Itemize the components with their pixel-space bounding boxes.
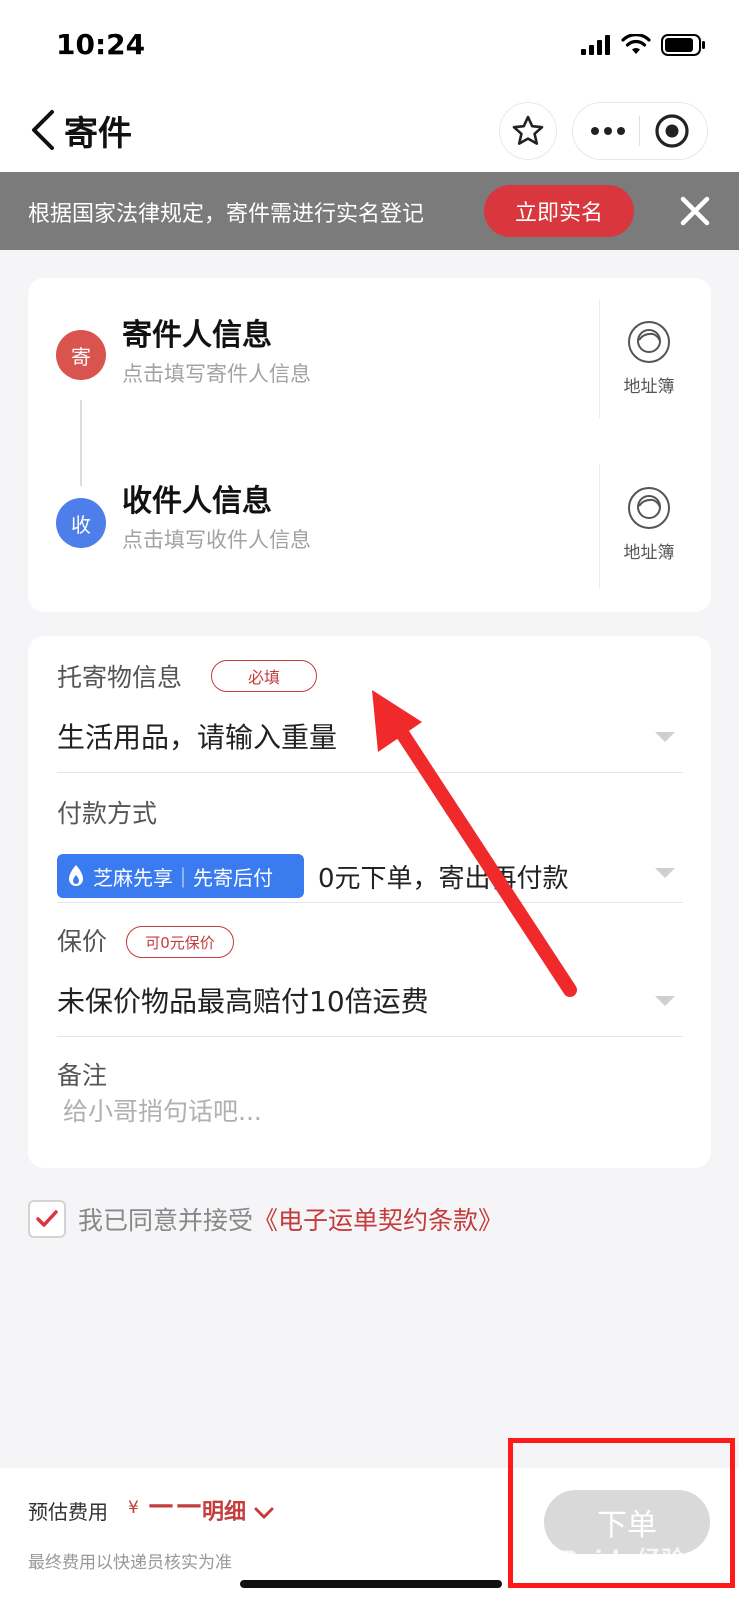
chevron-down-icon[interactable] <box>655 732 675 742</box>
chevron-down-icon[interactable] <box>655 868 675 878</box>
chevron-down-icon <box>254 1507 274 1520</box>
close-target-icon[interactable] <box>654 113 690 149</box>
divider <box>57 1036 683 1037</box>
divider <box>599 300 600 418</box>
sesame-credit-badge: 芝麻先享｜先寄后付 <box>57 854 304 898</box>
address-book-label: 地址簿 <box>623 543 675 563</box>
status-icons <box>581 34 707 56</box>
sesame-flame-icon <box>69 865 83 886</box>
battery-icon <box>661 34 705 56</box>
chevron-down-icon[interactable] <box>655 996 675 1006</box>
insurance-tag: 可0元保价 <box>126 926 234 958</box>
close-icon[interactable] <box>678 194 712 228</box>
estimate-note: 最终费用以快递员核实为准 <box>28 1553 232 1573</box>
insurance-value[interactable]: 未保价物品最高赔付10倍运费 <box>57 980 429 1020</box>
favorite-button[interactable] <box>499 102 557 160</box>
sender-info-title[interactable]: 寄件人信息 <box>122 310 272 354</box>
sesame-badge-text: 芝麻先享｜先寄后付 <box>93 865 273 890</box>
payment-value[interactable]: 0元下单，寄出再付款 <box>318 858 569 895</box>
agreement-checkbox[interactable] <box>28 1200 66 1238</box>
estimate-value: —— <box>148 1490 204 1520</box>
verify-now-button[interactable]: 立即实名 <box>484 185 634 237</box>
address-connector <box>80 400 82 486</box>
more-dots-icon[interactable] <box>590 126 626 136</box>
check-icon <box>36 1210 58 1227</box>
agreement-link[interactable]: 《电子运单契约条款》 <box>253 1201 503 1237</box>
mini-program-capsule <box>572 102 708 160</box>
payment-label: 付款方式 <box>57 799 158 828</box>
address-book-icon <box>628 321 670 363</box>
fee-detail-link[interactable]: 明细 <box>202 1494 274 1526</box>
wifi-icon <box>621 34 651 54</box>
required-tag: 必填 <box>211 660 317 692</box>
back-chevron-icon[interactable] <box>28 108 58 152</box>
cargo-label: 托寄物信息 <box>57 663 183 692</box>
page-title: 寄件 <box>64 114 132 154</box>
sender-badge: 寄 <box>56 330 106 380</box>
sender-address-book-button[interactable]: 地址簿 <box>613 320 685 397</box>
status-time: 10:24 <box>56 28 146 61</box>
status-bar: 10:24 <box>0 0 739 90</box>
signal-icon <box>581 35 610 55</box>
fee-detail-label: 明细 <box>202 1500 247 1525</box>
shipment-details-card: 托寄物信息 必填 生活用品，请输入重量 付款方式 芝麻先享｜先寄后付 0元下单，… <box>28 636 711 1168</box>
receiver-badge: 收 <box>56 498 106 548</box>
agreement-text: 我已同意并接受 <box>78 1206 254 1235</box>
estimate-label: 预估费用 <box>28 1500 108 1524</box>
receiver-info-title[interactable]: 收件人信息 <box>122 476 272 520</box>
insurance-label: 保价 <box>57 927 108 956</box>
notice-text: 根据国家法律规定，寄件需进行实名登记 <box>28 202 425 227</box>
address-card: 寄 寄件人信息 点击填写寄件人信息 地址簿 收 收件人信息 点击填写收件人信息 … <box>28 278 711 612</box>
star-icon <box>512 115 544 145</box>
receiver-info-subtitle[interactable]: 点击填写收件人信息 <box>122 524 311 554</box>
watermark: Baidu经验 <box>560 1546 685 1574</box>
agreement-row: 我已同意并接受 《电子运单契约条款》 <box>28 1200 503 1238</box>
address-book-label: 地址簿 <box>623 377 675 397</box>
cargo-value[interactable]: 生活用品，请输入重量 <box>57 716 337 756</box>
receiver-address-book-button[interactable]: 地址簿 <box>613 486 685 563</box>
sender-info-subtitle[interactable]: 点击填写寄件人信息 <box>122 358 311 388</box>
divider <box>57 902 683 903</box>
divider <box>599 464 600 588</box>
nav-bar: 寄件 <box>0 90 739 172</box>
address-book-icon <box>628 487 670 529</box>
divider <box>57 772 683 773</box>
home-indicator <box>240 1580 502 1588</box>
real-name-notice: 根据国家法律规定，寄件需进行实名登记 立即实名 <box>0 172 739 250</box>
remark-input[interactable]: 给小哥捎句话吧... <box>63 1092 262 1128</box>
currency-symbol: ¥ <box>128 1498 139 1518</box>
remark-label: 备注 <box>57 1061 108 1090</box>
